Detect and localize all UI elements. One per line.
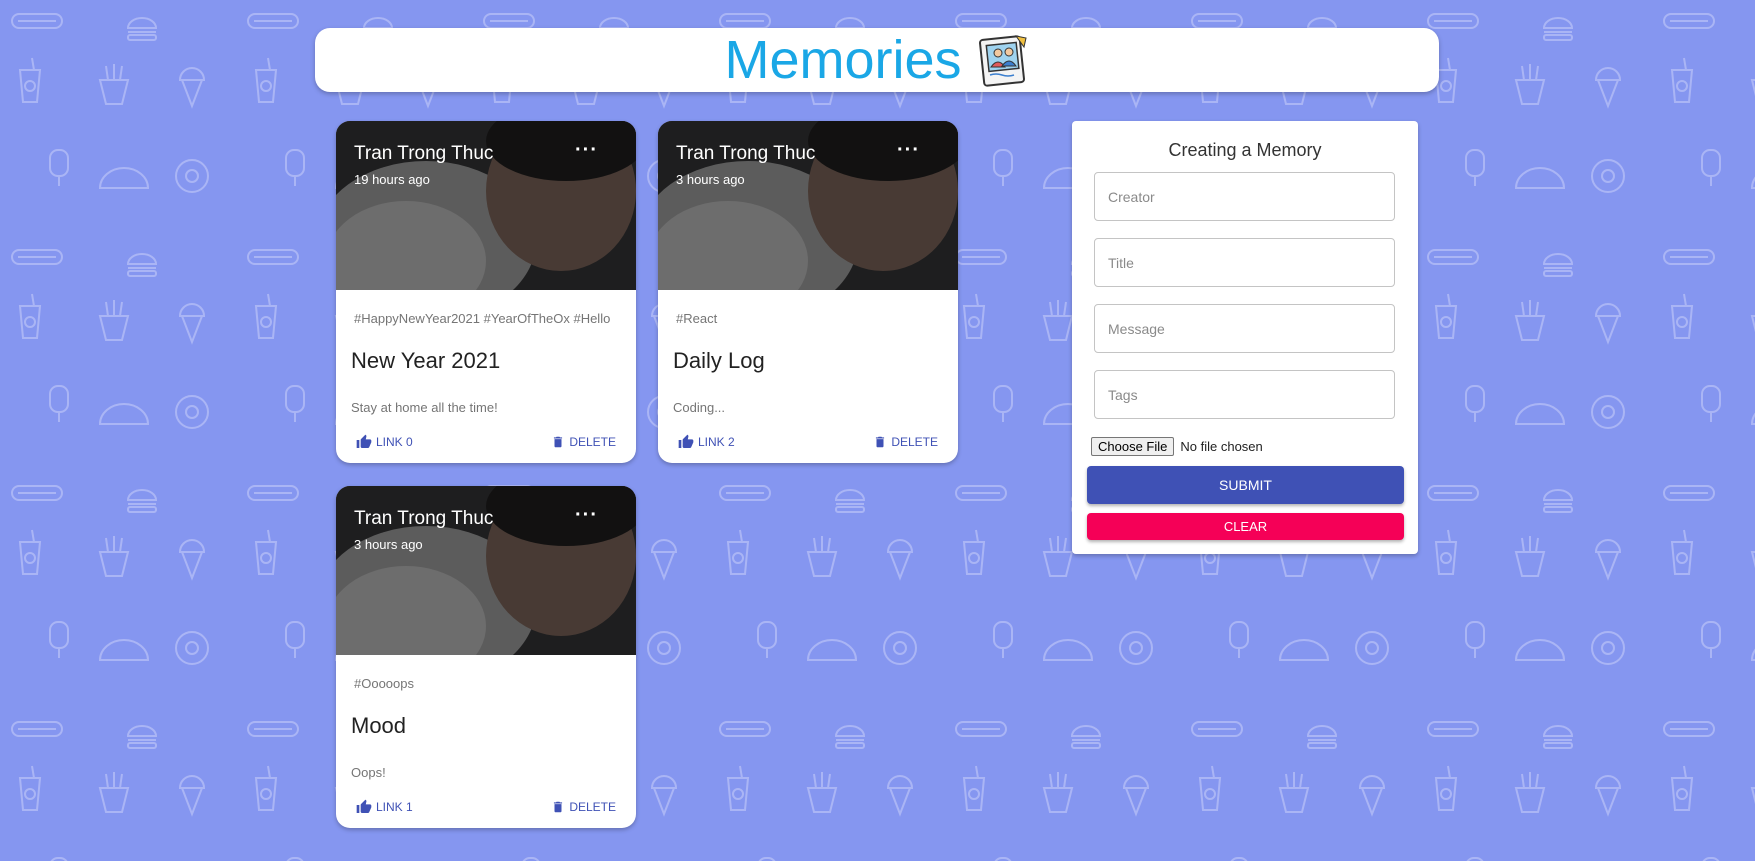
delete-label: DELETE: [891, 435, 938, 449]
card-title: New Year 2021: [351, 348, 501, 373]
file-picker: Choose File No file chosen: [1091, 437, 1263, 456]
tags-input[interactable]: [1094, 370, 1395, 419]
like-button[interactable]: LINK 2: [678, 434, 735, 450]
more-horiz-icon[interactable]: ···: [575, 140, 598, 160]
submit-button[interactable]: SUBMIT: [1087, 466, 1404, 504]
app-bar: Memories: [315, 28, 1439, 92]
card-creator: Tran Trong Thuc: [354, 143, 494, 164]
delete-button[interactable]: DELETE: [551, 799, 616, 815]
card-actions: LINK 1 DELETE: [336, 799, 636, 823]
delete-label: DELETE: [569, 435, 616, 449]
delete-button[interactable]: DELETE: [551, 434, 616, 450]
thumb-up-icon: [356, 799, 372, 813]
thumb-up-icon: [678, 434, 694, 448]
card-tags: #Ooooops: [354, 676, 414, 691]
card-image: Tran Trong Thuc 19 hours ago ···: [336, 121, 636, 290]
card-message: Coding...: [673, 400, 726, 415]
thumb-up-icon: [356, 434, 372, 448]
card-time: 3 hours ago: [676, 172, 745, 187]
trash-icon: [554, 436, 563, 448]
more-horiz-icon[interactable]: ···: [897, 140, 920, 160]
like-label: LINK 1: [376, 800, 413, 814]
memory-card: Tran Trong Thuc 3 hours ago ··· #Ooooops…: [336, 486, 636, 828]
like-label: LINK 2: [698, 435, 735, 449]
card-image: Tran Trong Thuc 3 hours ago ···: [336, 486, 636, 655]
trash-icon: [876, 436, 885, 448]
memory-card: Tran Trong Thuc 19 hours ago ··· #HappyN…: [336, 121, 636, 463]
title-input[interactable]: [1094, 238, 1395, 287]
card-tags: #React: [676, 311, 718, 326]
card-message: Stay at home all the time!: [351, 400, 498, 415]
memory-card: Tran Trong Thuc 3 hours ago ··· #React D…: [658, 121, 958, 463]
trash-icon: [554, 801, 563, 813]
card-tags: #HappyNewYear2021 #YearOfTheOx #Hello: [354, 311, 611, 326]
card-time: 19 hours ago: [354, 172, 430, 187]
more-horiz-icon[interactable]: ···: [575, 505, 598, 525]
photo-icon: [978, 35, 1027, 87]
creator-input[interactable]: [1094, 172, 1395, 221]
card-title: Daily Log: [673, 348, 765, 373]
file-status: No file chosen: [1180, 439, 1263, 454]
card-creator: Tran Trong Thuc: [354, 508, 494, 529]
app-title: Memories: [724, 30, 962, 90]
card-actions: LINK 0 DELETE: [336, 434, 636, 458]
delete-label: DELETE: [569, 800, 616, 814]
delete-button[interactable]: DELETE: [873, 434, 938, 450]
card-actions: LINK 2 DELETE: [658, 434, 958, 458]
message-input[interactable]: [1094, 304, 1395, 353]
like-button[interactable]: LINK 0: [356, 434, 413, 450]
card-time: 3 hours ago: [354, 537, 423, 552]
card-title: Mood: [351, 713, 407, 738]
form-title: Creating a Memory: [1168, 140, 1322, 160]
card-image: Tran Trong Thuc 3 hours ago ···: [658, 121, 958, 290]
create-memory-form: Creating a Memory Choose File No file ch…: [1072, 121, 1418, 554]
clear-button[interactable]: CLEAR: [1087, 513, 1404, 540]
choose-file-button[interactable]: Choose File: [1091, 437, 1175, 456]
like-button[interactable]: LINK 1: [356, 799, 413, 815]
like-label: LINK 0: [376, 435, 413, 449]
card-message: Oops!: [351, 765, 386, 780]
card-creator: Tran Trong Thuc: [676, 143, 816, 164]
